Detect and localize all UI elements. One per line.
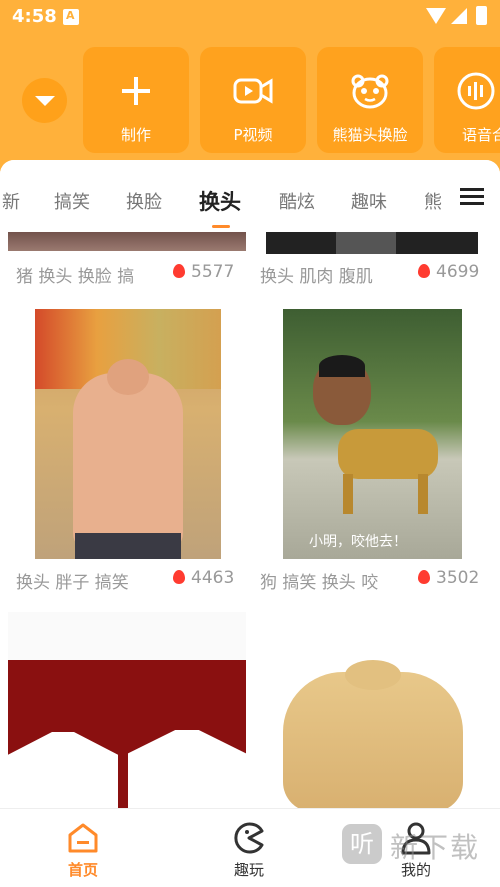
feed-image-dog[interactable]: 小明，咬他去！ — [283, 309, 462, 559]
pacman-icon — [234, 822, 264, 854]
flame-icon — [418, 264, 430, 278]
card-hot-count: 5577 — [173, 262, 234, 282]
card-tags: 猪 换头 换脸 搞 — [16, 267, 135, 287]
feed-image-shirts[interactable] — [8, 612, 246, 808]
tab-new[interactable]: 新 — [2, 188, 20, 214]
notification-icon — [63, 9, 79, 25]
status-time: 4:58 — [12, 6, 57, 27]
nav-home[interactable]: 首页 — [33, 809, 133, 887]
expand-tools-button[interactable] — [22, 78, 67, 123]
tool-make-button[interactable]: 制作 — [83, 47, 189, 153]
tab-headswap[interactable]: 换头 — [199, 186, 241, 216]
card-tags: 换头 胖子 搞笑 — [16, 573, 129, 593]
wifi-icon — [426, 8, 446, 24]
tool-label: P视频 — [233, 126, 273, 144]
nav-label: 首页 — [67, 861, 98, 879]
tab-faceswap[interactable]: 换脸 — [126, 188, 162, 214]
card-hot-count: 3502 — [418, 568, 479, 588]
tool-label: 熊猫头换脸 — [332, 126, 408, 144]
active-tab-indicator — [212, 225, 230, 228]
nav-play[interactable]: 趣玩 — [199, 809, 299, 887]
tool-panda-faceswap-button[interactable]: 熊猫头换脸 — [317, 47, 423, 153]
category-tabs: 新 搞笑 换脸 换头 酷炫 趣味 熊 — [0, 160, 500, 232]
tab-fun[interactable]: 趣味 — [351, 188, 387, 214]
card-hot-count: 4699 — [418, 262, 479, 282]
plus-icon — [122, 77, 150, 105]
home-icon — [68, 823, 98, 853]
chevron-down-icon — [35, 96, 55, 106]
tool-label: 语音合 — [462, 126, 500, 144]
battery-icon — [476, 6, 487, 25]
nav-label: 趣玩 — [233, 861, 264, 879]
tab-panda[interactable]: 熊 — [424, 188, 442, 214]
panda-face-icon — [351, 74, 389, 109]
image-caption: 小明，咬他去！ — [309, 534, 407, 550]
status-bar: 4:58 — [0, 0, 500, 34]
feed-image-chubby-man[interactable] — [35, 309, 221, 559]
watermark-text: 新下载 — [390, 831, 481, 864]
tool-label: 制作 — [120, 126, 151, 144]
voice-wave-icon — [457, 72, 495, 110]
card-tags: 狗 搞笑 换头 咬 — [260, 573, 379, 593]
content-panel: 新 搞笑 换脸 换头 酷炫 趣味 熊 猪 换头 换脸 搞 5577 换头 肌肉 … — [0, 160, 500, 887]
flame-icon — [173, 570, 185, 584]
card-hot-count: 4463 — [173, 568, 234, 588]
card-tags: 换头 肌肉 腹肌 — [260, 267, 373, 287]
tool-p-video-button[interactable]: P视频 — [200, 47, 306, 153]
tab-funny[interactable]: 搞笑 — [54, 188, 90, 214]
signal-icon — [451, 8, 467, 24]
flame-icon — [418, 570, 430, 584]
video-camera-icon — [233, 78, 273, 104]
flame-icon — [173, 264, 185, 278]
watermark-logo: 听 — [342, 824, 382, 864]
tab-cool[interactable]: 酷炫 — [279, 188, 315, 214]
menu-icon[interactable] — [460, 188, 484, 206]
tool-voice-button[interactable]: 语音合 — [434, 47, 500, 153]
watermark: 听 新下载 — [342, 820, 500, 880]
feed-image-muscle-torso[interactable] — [253, 612, 493, 808]
